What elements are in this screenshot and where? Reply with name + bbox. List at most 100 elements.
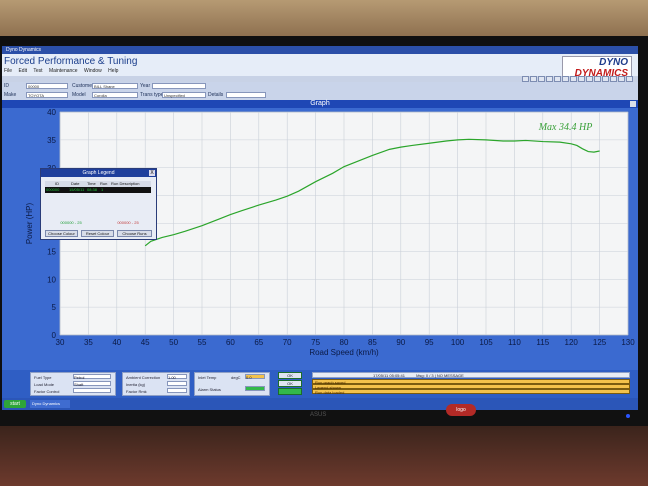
monitor-brand: ASUS <box>310 412 327 418</box>
reset-colour-button[interactable]: Reset Colour <box>81 230 114 237</box>
year-field[interactable] <box>152 83 206 89</box>
x-tick-label: 55 <box>198 338 207 347</box>
factor-control-select[interactable] <box>73 388 111 393</box>
ambient-correction-value: 1.00 <box>167 374 187 380</box>
load-mode-label: Load Mode <box>34 382 55 387</box>
load-mode-select[interactable]: Shaft <box>73 381 111 387</box>
make-label: Make <box>4 92 17 98</box>
legend-tab-left[interactable]: 000000 - 25 <box>45 220 97 226</box>
legend-tab-right[interactable]: 000000 - 25 <box>103 220 153 226</box>
app-header: Forced Performance & Tuning File Edit Te… <box>2 54 638 82</box>
factor-rmk-label: Factor Rmk <box>126 389 147 394</box>
app-title: Forced Performance & Tuning <box>4 56 138 67</box>
details-field[interactable] <box>226 92 266 98</box>
factor-control-label: Factor Control <box>34 389 60 394</box>
x-tick-label: 105 <box>479 338 493 347</box>
x-tick-label: 115 <box>536 338 549 347</box>
x-tick-label: 30 <box>56 338 65 347</box>
factor-rmk-value <box>167 388 187 393</box>
trans-label: Trans type <box>140 92 164 98</box>
id-field[interactable]: 00000 <box>26 83 68 89</box>
max-power-annotation: Max 34.4 HP <box>538 122 593 133</box>
legend-run-row[interactable]: 000000 15/05/11 08:38 1 <box>45 187 151 193</box>
graph-area: 30 35 40 45 50 55 60 65 70 75 80 85 90 95 100 105 110 115… <box>2 108 638 370</box>
temperature-panel: Inlet Temp degC 0.0 Alarm Status <box>194 372 270 396</box>
menu-edit[interactable]: Edit <box>18 68 27 74</box>
x-tick-label: 65 <box>254 338 263 347</box>
taskbar: start Dyno Dynamics <box>2 398 638 410</box>
details-label: Details <box>208 92 224 98</box>
graph-header: Graph <box>2 100 638 108</box>
clock: 17/05/11 05:05:41 <box>373 373 405 378</box>
choose-runs-button[interactable]: Choose Runs <box>117 230 152 237</box>
alarm-status-label: Alarm Status <box>198 387 221 392</box>
x-tick-label: 85 <box>368 338 377 347</box>
window-titlebar: Dyno Dynamics <box>2 46 638 54</box>
taskbar-app-button[interactable]: Dyno Dynamics <box>30 400 70 408</box>
correction-panel: Ambient Correction 1.00 Inertia (kg) Fac… <box>122 372 190 396</box>
graph-legend-window: Graph Legend X ID Date Time Run Run Desc… <box>40 168 157 240</box>
graph-maximize-button[interactable] <box>630 101 636 107</box>
background-wall <box>0 0 648 40</box>
x-tick-label: 90 <box>396 338 405 347</box>
x-tick-label: 75 <box>311 338 320 347</box>
y-tick-label: 10 <box>47 275 56 284</box>
menu-window[interactable]: Window <box>84 68 102 74</box>
x-tick-label: 40 <box>112 338 121 347</box>
ok-button-1[interactable]: OK <box>278 372 302 379</box>
y-tick-label: 0 <box>52 331 57 340</box>
x-tick-label: 80 <box>340 338 349 347</box>
customer-field[interactable]: BILL Shane <box>92 83 138 89</box>
model-label: Model <box>72 92 86 98</box>
y-tick-label: 40 <box>47 108 56 117</box>
x-axis-label: Road Speed (km/h) <box>309 348 379 357</box>
x-tick-label: 50 <box>169 338 178 347</box>
id-label: ID <box>4 83 9 89</box>
x-tick-label: 120 <box>565 338 579 347</box>
legend-cell-run: 1 <box>101 187 104 192</box>
y-tick-label: 35 <box>47 136 56 145</box>
menu-file[interactable]: File <box>4 68 12 74</box>
fuel-type-select[interactable]: Petrol <box>73 374 111 380</box>
x-tick-label: 125 <box>593 338 607 347</box>
choose-colour-button[interactable]: Choose Colour <box>45 230 78 237</box>
message-title: Msg: 0 / 3 | NO MESSAGE <box>416 373 464 378</box>
x-tick-label: 95 <box>425 338 434 347</box>
year-label: Year <box>140 83 151 89</box>
legend-cell-time: 08:38 <box>87 187 98 192</box>
fuel-type-value: Petrol <box>74 375 85 380</box>
legend-close-button[interactable]: X <box>149 170 155 176</box>
inertia-value <box>167 381 187 386</box>
inlet-temp-value: 0.0 <box>245 374 265 380</box>
customer-label: Customer <box>72 83 94 89</box>
x-tick-label: 70 <box>283 338 292 347</box>
menu-maintenance[interactable]: Maintenance <box>49 68 78 74</box>
legend-cell-id: 000000 <box>46 187 60 192</box>
alarm-status-indicator <box>245 386 265 391</box>
model-field[interactable]: Corolla <box>92 92 138 98</box>
inertia-label: Inertia (kg) <box>126 382 146 387</box>
x-tick-label: 45 <box>141 338 150 347</box>
menu-help[interactable]: Help <box>108 68 118 74</box>
screen: Dyno Dynamics Forced Performance & Tunin… <box>2 46 638 410</box>
start-button[interactable]: start <box>4 400 26 408</box>
make-field[interactable]: TOYOTA <box>26 92 68 98</box>
menu-test[interactable]: Test <box>33 68 42 74</box>
vehicle-fields: ID 00000 Customer BILL Shane Year Make T… <box>2 82 638 100</box>
sticker-logo: logo <box>446 404 476 416</box>
x-tick-label: 100 <box>451 338 465 347</box>
x-tick-label: 60 <box>226 338 235 347</box>
ambient-correction-label: Ambient Correction <box>126 375 161 380</box>
desk-foreground <box>0 426 648 486</box>
trans-field[interactable]: Unspecified <box>162 92 206 98</box>
inlet-temp-unit: degC <box>231 375 241 380</box>
load-mode-value: Shaft <box>74 382 84 387</box>
y-tick-label: 5 <box>52 303 57 312</box>
ok-button-2[interactable]: OK <box>278 380 302 387</box>
y-tick-label: 15 <box>47 247 56 256</box>
graph-title: Graph <box>310 100 330 107</box>
fuel-panel: Fuel Type Petrol Load Mode Shaft Factor … <box>30 372 116 396</box>
x-tick-label: 35 <box>84 338 93 347</box>
legend-cell-date: 15/05/11 <box>69 187 85 192</box>
x-tick-label: 110 <box>508 338 521 347</box>
